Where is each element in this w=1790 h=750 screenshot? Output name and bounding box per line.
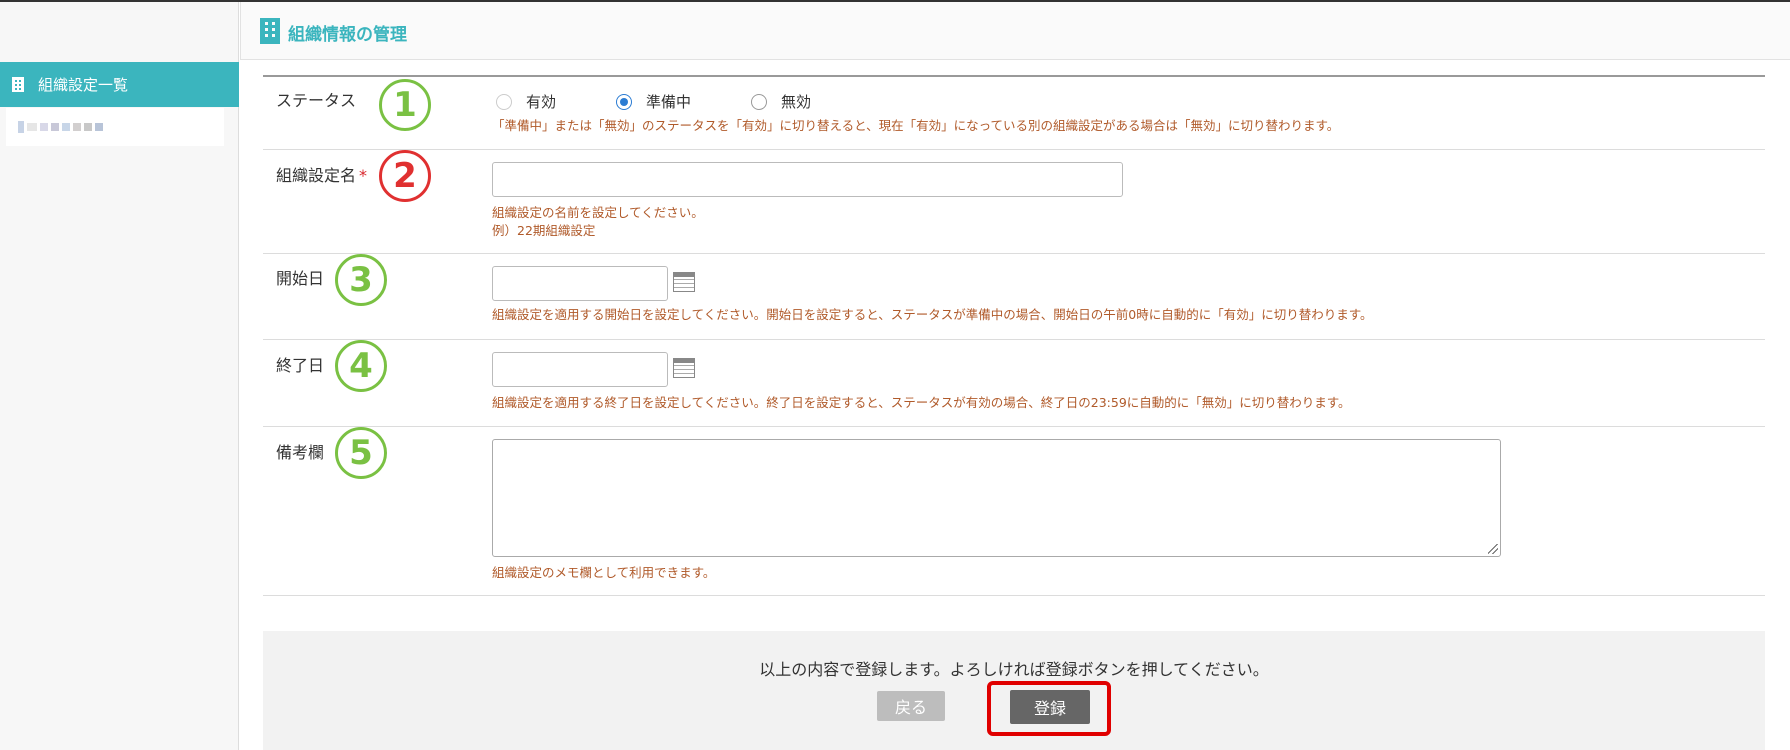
calendar-icon[interactable] [673,358,695,378]
back-button[interactable]: 戻る [877,691,945,721]
status-radio-group: 有効 準備中 無効 [496,91,871,112]
calendar-icon[interactable] [673,272,695,292]
step-badge-5: 5 [335,427,387,479]
building-icon [260,18,280,44]
status-help-text: 「準備中」または「無効」のステータスを「有効」に切り替えると、現在「有効」になっ… [492,118,1340,133]
resize-handle-icon[interactable] [1488,544,1498,554]
name-example-text: 例）22期組織設定 [492,223,596,238]
building-icon [12,77,24,92]
radio-button-selected[interactable] [616,93,633,110]
name-help-text: 組織設定の名前を設定してください。 [492,205,704,220]
form-footer: 以上の内容で登録します。よろしければ登録ボタンを押してください。 戻る 登録 [263,631,1765,750]
sidebar-item-label: 組織設定一覧 [38,76,129,94]
status-option-inactive[interactable]: 無効 [751,91,811,112]
page-title: 組織情報の管理 [288,25,407,45]
sidebar-item-organization-list[interactable]: 組織設定一覧 [0,62,239,107]
start-date-row: 開始日 3 組織設定を適用する開始日を設定してください。開始日を設定すると、ステ… [263,254,1765,340]
radio-button[interactable] [751,93,768,110]
memo-row: 備考欄 5 組織設定のメモ欄として利用できます。 [263,427,1765,596]
step-badge-4: 4 [335,340,387,392]
register-button[interactable]: 登録 [1010,690,1090,724]
status-option-active[interactable]: 有効 [496,91,556,112]
end-date-help-text: 組織設定を適用する終了日を設定してください。終了日を設定すると、ステータスが有効… [492,395,1351,410]
start-date-label: 開始日 [276,269,325,288]
radio-button[interactable] [496,93,512,110]
memo-help-text: 組織設定のメモ欄として利用できます。 [492,565,716,580]
end-date-label: 終了日 [276,356,325,375]
organization-name-input[interactable] [492,162,1123,197]
end-date-input[interactable] [492,352,668,387]
page-header: 組織情報の管理 [240,2,1790,60]
memo-label: 備考欄 [276,443,325,462]
step-badge-1: 1 [379,79,431,131]
start-date-help-text: 組織設定を適用する開始日を設定してください。開始日を設定すると、ステータスが準備… [492,307,1373,322]
status-option-preparing[interactable]: 準備中 [616,91,691,112]
confirm-message: 以上の内容で登録します。よろしければ登録ボタンを押してください。 [759,660,1269,679]
blurred-icon [18,121,24,133]
sidebar: 組織設定一覧 [0,2,239,750]
end-date-row: 終了日 4 組織設定を適用する終了日を設定してください。終了日を設定すると、ステ… [263,340,1765,427]
start-date-input[interactable] [492,266,668,301]
memo-textarea[interactable] [492,439,1501,557]
name-row: 組織設定名 * 2 組織設定の名前を設定してください。 例）22期組織設定 [263,150,1765,254]
status-row: ステータス 1 有効 準備中 無効 「準備中」または「無効」のステータスを「有効… [263,77,1765,150]
step-badge-2: 2 [379,150,431,202]
sidebar-subitem-blurred[interactable] [6,108,224,146]
required-mark: * [359,166,368,185]
step-badge-3: 3 [335,254,387,306]
name-label: 組織設定名 * [276,166,368,185]
status-label: ステータス [276,91,357,110]
